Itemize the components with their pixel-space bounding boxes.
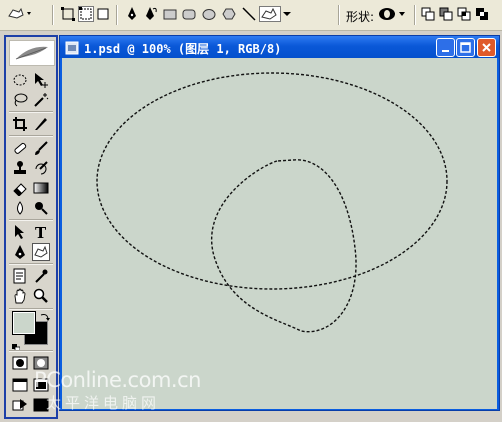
slice-icon[interactable] (32, 115, 50, 133)
custom-shape-icon[interactable] (259, 6, 281, 22)
type-icon[interactable]: T (32, 223, 50, 241)
document-window: 1.psd @ 100% (图层 1, RGB/8) (59, 35, 500, 411)
foreground-color-swatch[interactable] (12, 311, 36, 335)
combine-subtract-icon[interactable] (438, 6, 454, 22)
default-colors-icon[interactable] (12, 337, 21, 353)
watermark-text: 太平洋电脑网 (46, 394, 161, 412)
jump-to-imageready-icon[interactable] (11, 396, 29, 414)
toolbox: T (4, 35, 58, 419)
path-selection-icon[interactable] (11, 223, 29, 241)
gradient-icon[interactable] (32, 179, 50, 197)
minimize-button[interactable] (436, 38, 455, 57)
feather-logo (9, 40, 55, 66)
notes-icon[interactable] (11, 267, 29, 285)
path-outline (96, 72, 448, 333)
history-brush-icon[interactable] (32, 159, 50, 177)
freeform-pen-icon[interactable] (143, 6, 159, 22)
rectangle-icon[interactable] (162, 6, 178, 22)
watermark-logo: PConline.com.cn (34, 368, 201, 392)
eraser-icon[interactable] (11, 179, 29, 197)
options-bar: 形状: (0, 0, 502, 31)
clone-stamp-icon[interactable] (11, 159, 29, 177)
eyedropper-icon[interactable] (32, 267, 50, 285)
line-icon[interactable] (241, 6, 257, 22)
zoom-icon[interactable] (32, 287, 50, 305)
healing-brush-icon[interactable] (11, 139, 29, 157)
dodge-icon[interactable] (32, 199, 50, 217)
combine-add-icon[interactable] (420, 6, 436, 22)
move-icon[interactable] (32, 71, 50, 89)
polygon-icon[interactable] (221, 6, 237, 22)
document-icon (65, 40, 79, 55)
rounded-rectangle-icon[interactable] (181, 6, 197, 22)
crop-icon[interactable] (11, 115, 29, 133)
paths-icon[interactable] (78, 6, 94, 22)
canvas[interactable] (62, 58, 497, 409)
standard-mode-icon[interactable] (11, 354, 29, 372)
screen-mode-standard-icon[interactable] (11, 376, 29, 394)
document-titlebar[interactable]: 1.psd @ 100% (图层 1, RGB/8) (60, 36, 499, 58)
blur-icon[interactable] (11, 199, 29, 217)
shape-label: 形状: (346, 10, 375, 24)
close-button[interactable] (477, 38, 496, 57)
tool-preset-icon[interactable] (6, 6, 34, 22)
custom-shape-tool-icon[interactable] (32, 243, 50, 261)
lasso-icon[interactable] (11, 91, 29, 109)
elliptical-marquee-icon[interactable] (11, 71, 29, 89)
maximize-button[interactable] (456, 38, 475, 57)
brush-icon[interactable] (32, 139, 50, 157)
fill-pixels-icon[interactable] (95, 6, 111, 22)
shape-layers-icon[interactable] (60, 6, 76, 22)
hand-icon[interactable] (11, 287, 29, 305)
swap-colors-icon[interactable] (40, 307, 50, 321)
combine-exclude-icon[interactable] (474, 6, 490, 22)
document-title: 1.psd @ 100% (图层 1, RGB/8) (84, 42, 282, 56)
pen-icon[interactable] (124, 6, 140, 22)
shape-preset-dropdown[interactable] (376, 6, 408, 22)
ellipse-icon[interactable] (201, 6, 217, 22)
magic-wand-icon[interactable] (32, 91, 50, 109)
shape-picker-icon[interactable] (282, 6, 292, 22)
svg-text:T: T (35, 224, 47, 240)
combine-intersect-icon[interactable] (456, 6, 472, 22)
pen-tool-icon[interactable] (11, 243, 29, 261)
